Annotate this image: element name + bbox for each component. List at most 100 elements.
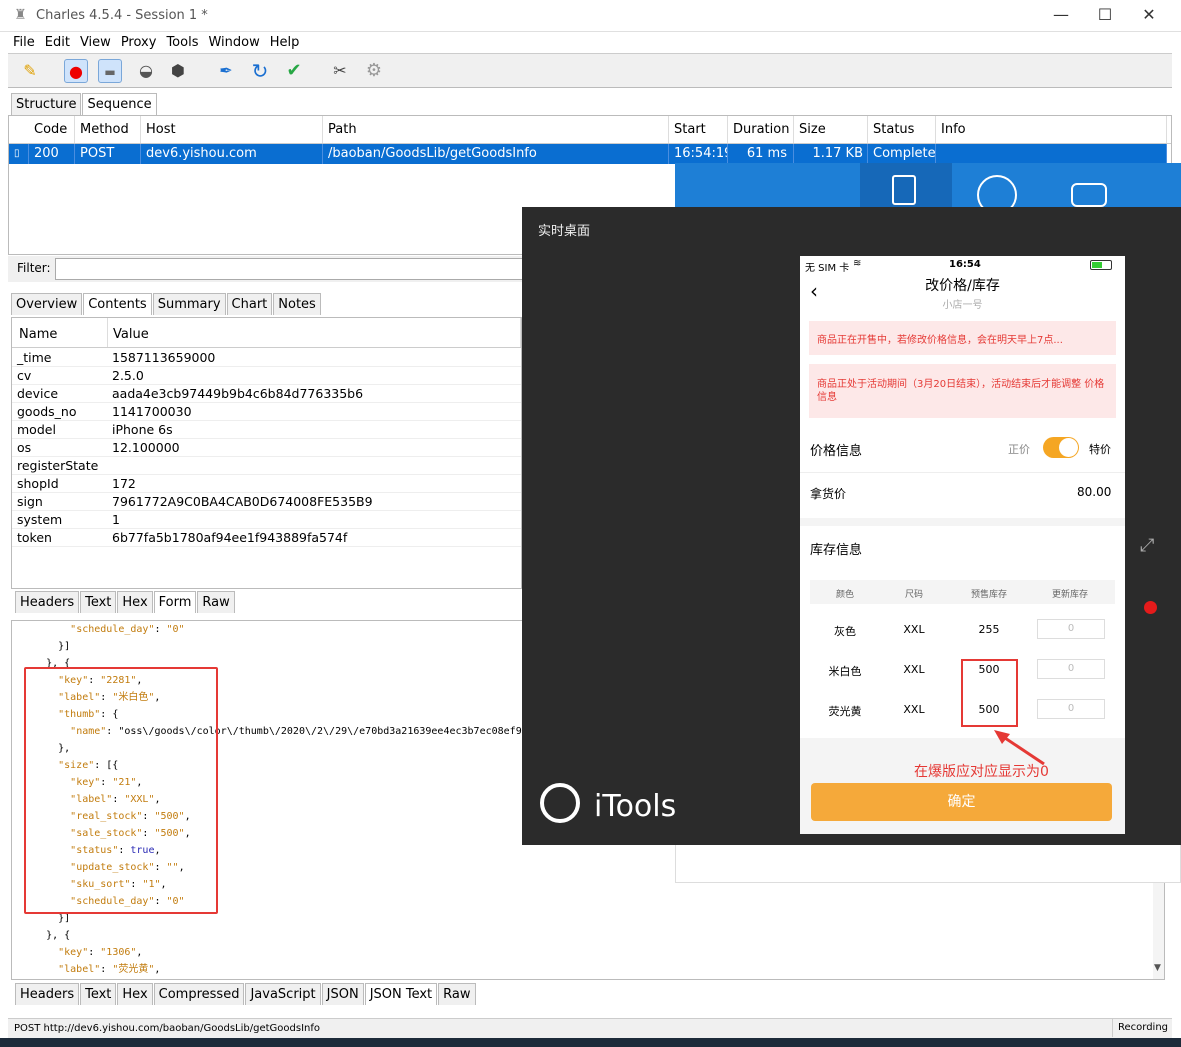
json-line: }] <box>22 641 71 652</box>
phone-time: 16:54 <box>949 259 981 270</box>
price-section-title: 价格信息 <box>810 444 863 459</box>
minimize-icon[interactable]: — <box>1049 4 1073 28</box>
tab-javascript[interactable]: JavaScript <box>245 983 321 1005</box>
form-header: Name Value <box>12 318 521 348</box>
menu-bar: File Edit View Proxy Tools Window Help <box>8 32 1172 54</box>
col-status[interactable]: Status <box>868 116 936 143</box>
tab-raw[interactable]: Raw <box>197 591 235 613</box>
table-row[interactable]: token 6b77fa5b1780af94ee1f943889fa574f <box>12 529 521 547</box>
confirm-button[interactable]: 确定 <box>811 783 1112 821</box>
stop-icon[interactable]: ⬢ <box>166 59 190 83</box>
tab-headers[interactable]: Headers <box>15 591 80 613</box>
col-code[interactable]: Code <box>29 116 75 143</box>
json-line: "key": "1306", <box>58 947 143 958</box>
stock-highlight-box <box>961 659 1018 727</box>
refresh-icon[interactable]: ↻ <box>248 59 272 83</box>
col-info[interactable]: Info <box>936 116 1167 143</box>
tab-contents[interactable]: Contents <box>83 293 152 315</box>
update-stock-input[interactable]: 0 <box>1037 659 1105 679</box>
phone-screen: 无 SIM 卡 ≋ 16:54 ‹ 改价格/库存 小店一号 商品正在开售中，若修… <box>800 256 1125 834</box>
table-row[interactable]: _time 1587113659000 <box>12 349 521 367</box>
tab-notes[interactable]: Notes <box>273 293 321 315</box>
update-stock-input[interactable]: 0 <box>1037 699 1105 719</box>
tab-json[interactable]: JSON <box>321 983 364 1005</box>
filter-input[interactable] <box>55 258 525 280</box>
notice-banner: 商品正处于活动期间（3月20日结束），活动结束后才能调整 价格信息 <box>809 364 1116 418</box>
json-line: "schedule_day": "0" <box>70 624 185 635</box>
col-method[interactable]: Method <box>75 116 141 143</box>
menu-help[interactable]: Help <box>265 32 305 54</box>
tab-compressed[interactable]: Compressed <box>153 983 245 1005</box>
table-row[interactable]: os 12.100000 <box>12 439 521 457</box>
col-duration[interactable]: Duration <box>728 116 794 143</box>
fullscreen-icon[interactable]: ⤢ <box>1140 535 1154 556</box>
page-title: 改价格/库存 <box>925 278 1000 294</box>
itools-bg-panel <box>675 845 1181 883</box>
charles-app-icon: ♜ <box>14 7 27 23</box>
record-icon[interactable]: ● <box>64 59 88 83</box>
notice-area: 商品正在开售中，若修改价格信息，会在明天早上7点... 商品正处于活动期间（3月… <box>800 314 1125 428</box>
tab-overview[interactable]: Overview <box>11 293 83 315</box>
gamepad-icon[interactable] <box>1071 183 1107 207</box>
pen-icon[interactable]: ✒ <box>214 59 238 83</box>
form-table: Name Value _time 1587113659000 cv 2.5.0 de… <box>11 317 522 589</box>
col-start[interactable]: Start <box>669 116 728 143</box>
itools-brand: iTools <box>594 789 677 824</box>
table-row[interactable]: shopId 172 <box>12 475 521 493</box>
tab-sequence[interactable]: Sequence <box>82 93 157 115</box>
table-row[interactable]: registerState <box>12 457 521 475</box>
menu-proxy[interactable]: Proxy <box>116 32 162 54</box>
menu-file[interactable]: File <box>8 32 40 54</box>
broom-icon[interactable]: ✎ <box>18 59 42 83</box>
col-host[interactable]: Host <box>141 116 323 143</box>
close-icon[interactable]: ✕ <box>1137 4 1161 28</box>
wifi-icon: ≋ <box>853 258 862 269</box>
throttle-icon[interactable]: ▬ <box>98 59 122 83</box>
table-row[interactable]: cv 2.5.0 <box>12 367 521 385</box>
price-section: 价格信息 正价 特价 拿货价 80.00 <box>800 428 1125 518</box>
table-row[interactable]: ▯ 200 POST dev6.yishou.com /baoban/Goods… <box>9 144 1167 164</box>
table-row: 灰色 XXL 255 0 <box>810 616 1115 646</box>
table-row[interactable]: device aada4e3cb97449b9b4c6b84d776335b6 <box>12 385 521 403</box>
table-row[interactable]: model iPhone 6s <box>12 421 521 439</box>
update-stock-input[interactable]: 0 <box>1037 619 1105 639</box>
tab-raw[interactable]: Raw <box>438 983 476 1005</box>
menu-view[interactable]: View <box>75 32 116 54</box>
tab-summary[interactable]: Summary <box>152 293 226 315</box>
maximize-icon[interactable]: ☐ <box>1093 4 1117 28</box>
tab-headers[interactable]: Headers <box>15 983 80 1005</box>
price-toggle[interactable] <box>1043 437 1079 458</box>
tab-text[interactable]: Text <box>80 591 117 613</box>
menu-window[interactable]: Window <box>203 32 264 54</box>
tab-json-text[interactable]: JSON Text <box>364 983 438 1005</box>
itools-tab-device[interactable] <box>860 163 952 207</box>
view-tabs: Structure Sequence <box>11 93 158 115</box>
stock-header: 颜色 尺码 预售库存 更新库存 <box>810 580 1115 604</box>
gear-icon[interactable]: ⚙ <box>362 59 386 83</box>
panel-title: 实时桌面 <box>538 224 591 239</box>
table-row[interactable]: system 1 <box>12 511 521 529</box>
tab-text[interactable]: Text <box>80 983 117 1005</box>
col-size[interactable]: Size <box>794 116 868 143</box>
scroll-down-icon[interactable]: ▼ <box>1154 963 1161 973</box>
response-tabs: Headers Text Hex Compressed JavaScript JSON JS… <box>15 983 477 1005</box>
check-icon[interactable]: ✔ <box>282 59 306 83</box>
col-path[interactable]: Path <box>323 116 669 143</box>
menu-tools[interactable]: Tools <box>161 32 203 54</box>
table-row[interactable]: goods_no 1141700030 <box>12 403 521 421</box>
request-tabs: Headers Text Hex Form Raw <box>15 591 236 613</box>
table-row[interactable]: sign 7961772A9C0BA4CAB0D674008FE535B9 <box>12 493 521 511</box>
phone-icon <box>892 175 916 205</box>
record-icon[interactable] <box>1144 601 1157 614</box>
status-bar: POST http://dev6.yishou.com/baoban/Goods… <box>8 1018 1172 1038</box>
request-icon: ▯ <box>9 144 29 164</box>
tab-structure[interactable]: Structure <box>11 93 82 115</box>
tools-icon[interactable]: ✂ <box>328 59 352 83</box>
tab-hex[interactable]: Hex <box>117 983 153 1005</box>
carrier: 无 SIM 卡 <box>805 263 850 274</box>
tab-form[interactable]: Form <box>153 591 197 613</box>
tab-hex[interactable]: Hex <box>117 591 153 613</box>
menu-edit[interactable]: Edit <box>40 32 75 54</box>
turtle-icon[interactable]: ◒ <box>134 59 158 83</box>
tab-chart[interactable]: Chart <box>226 293 273 315</box>
